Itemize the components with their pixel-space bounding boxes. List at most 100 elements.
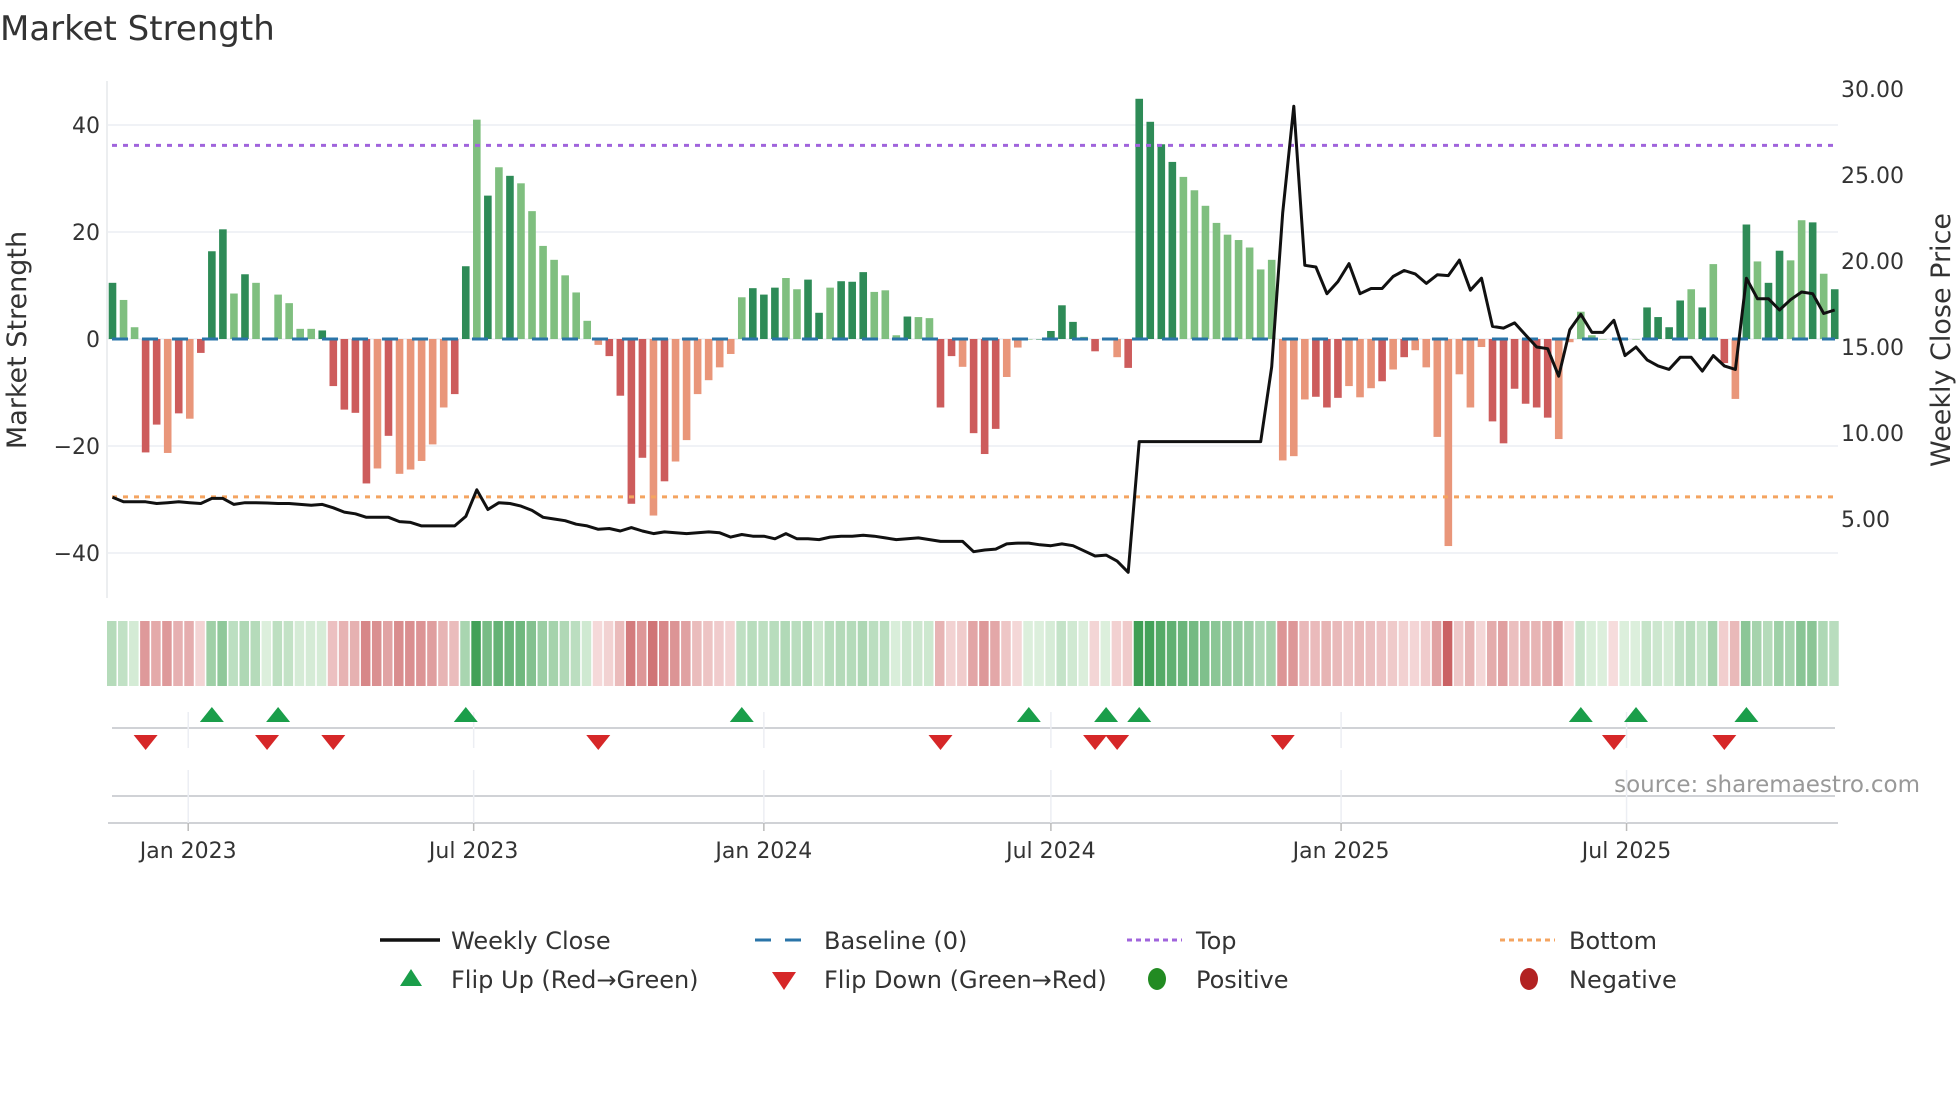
positive-bar — [793, 289, 801, 339]
heatmap-cell-positive — [570, 621, 581, 686]
positive-bar — [550, 259, 558, 339]
positive-bar — [815, 312, 823, 339]
heatmap-cell-negative — [383, 621, 393, 686]
positive-bar — [1676, 300, 1684, 339]
heatmap-cell-negative — [427, 621, 437, 686]
x-tick-label: Jan 2025 — [1291, 839, 1390, 864]
negative-bar — [980, 339, 989, 455]
heatmap-cell-negative — [1376, 621, 1387, 686]
flip-panel — [108, 712, 1838, 824]
positive-bar — [1168, 161, 1177, 339]
positive-bar — [1775, 250, 1784, 339]
heatmap-cell-negative — [1531, 621, 1541, 686]
negative-bar — [163, 339, 172, 453]
positive-bar — [1709, 264, 1718, 339]
negative-bar — [450, 339, 459, 395]
heatmap-cell-positive — [1255, 621, 1265, 686]
legend-bottom: Bottom — [1569, 927, 1657, 955]
heatmap-cell-negative — [349, 621, 360, 686]
heatmap-cell-negative — [1321, 621, 1331, 686]
negative-bar — [1411, 339, 1420, 351]
heatmap-cell-positive — [846, 621, 857, 686]
negative-bar — [141, 339, 150, 453]
flip-up-marker — [729, 707, 754, 722]
heatmap-cell-positive — [515, 621, 525, 686]
positive-bar — [1687, 289, 1696, 339]
negative-bar — [174, 339, 183, 414]
legend-negative-icon — [1520, 968, 1538, 990]
negative-bar — [1720, 339, 1729, 364]
negative-bar — [616, 339, 625, 396]
heatmap-cell-negative — [1310, 621, 1320, 686]
positive-bar — [241, 274, 249, 339]
heatmap-cell-positive — [206, 621, 216, 686]
positive-bar — [903, 316, 912, 339]
strength-heatmap-strip — [107, 621, 1839, 686]
heatmap-cell-positive — [1740, 621, 1751, 686]
positive-bar — [1058, 305, 1066, 339]
negative-bar — [185, 339, 194, 419]
positive-bar — [881, 290, 890, 339]
positive-bar — [583, 320, 592, 339]
positive-bar — [1135, 98, 1144, 339]
heatmap-cell-positive — [559, 621, 570, 686]
heatmap-cell-positive — [835, 621, 846, 686]
heatmap-cell-positive — [1100, 621, 1111, 686]
negative-bar — [1378, 339, 1386, 382]
positive-bar — [1643, 307, 1651, 339]
negative-bar — [152, 339, 161, 425]
negative-bar — [605, 339, 614, 357]
heatmap-cell-negative — [416, 621, 426, 686]
heatmap-cell-positive — [460, 621, 470, 686]
heatmap-cell-positive — [1211, 621, 1221, 686]
heatmap-cell-positive — [791, 621, 801, 686]
positive-bar — [1223, 234, 1232, 339]
legend-flip-down-icon — [772, 972, 796, 990]
heatmap-cell-positive — [1696, 621, 1707, 686]
heatmap-cell-negative — [360, 621, 371, 686]
positive-bar — [484, 195, 492, 339]
flip-up-marker — [199, 707, 224, 722]
heatmap-cell-negative — [173, 621, 183, 686]
heatmap-cell-positive — [813, 621, 824, 686]
y-tick-label: 0 — [86, 328, 100, 353]
negative-bar — [395, 339, 404, 474]
flip-up-marker — [1734, 707, 1759, 722]
positive-bar — [495, 167, 503, 339]
heatmap-cell-negative — [1431, 621, 1442, 686]
heatmap-cell-negative — [162, 621, 172, 686]
heatmap-cell-negative — [647, 621, 658, 686]
heatmap-cell-negative — [1012, 621, 1022, 686]
positive-bar — [1212, 222, 1221, 339]
heatmap-cell-positive — [1244, 621, 1254, 686]
positive-bar — [506, 175, 514, 339]
heatmap-cell-negative — [592, 621, 603, 686]
flip-down-marker — [1083, 735, 1108, 750]
heatmap-cell-negative — [338, 621, 349, 686]
y-tick-label: 40 — [72, 114, 100, 139]
heatmap-cell-negative — [1420, 621, 1431, 686]
heatmap-cell-negative — [1553, 621, 1563, 686]
heatmap-cell-negative — [151, 621, 161, 686]
heatmap-cell-positive — [879, 621, 890, 686]
positive-bar — [461, 266, 470, 339]
positive-bar — [771, 287, 779, 339]
negative-bar — [1345, 339, 1353, 387]
legend-flip-down: Flip Down (Green→Red) — [824, 966, 1107, 994]
positive-bar — [1632, 339, 1640, 340]
heatmap-cell-negative — [1564, 621, 1574, 686]
positive-bar — [914, 317, 923, 339]
negative-bar — [1444, 339, 1453, 547]
negative-bar — [1113, 339, 1121, 358]
negative-bar — [1554, 339, 1563, 440]
heatmap-cell-negative — [681, 621, 691, 686]
flip-down-marker — [133, 735, 158, 750]
heatmap-cell-positive — [504, 621, 514, 686]
negative-bar — [715, 339, 724, 368]
flip-up-marker — [1094, 707, 1119, 722]
heatmap-cell-positive — [239, 621, 249, 686]
x-tick-label: Jul 2025 — [1580, 839, 1672, 864]
flip-down-marker — [321, 735, 346, 750]
positive-bar — [760, 294, 768, 339]
heatmap-cell-positive — [217, 621, 227, 686]
